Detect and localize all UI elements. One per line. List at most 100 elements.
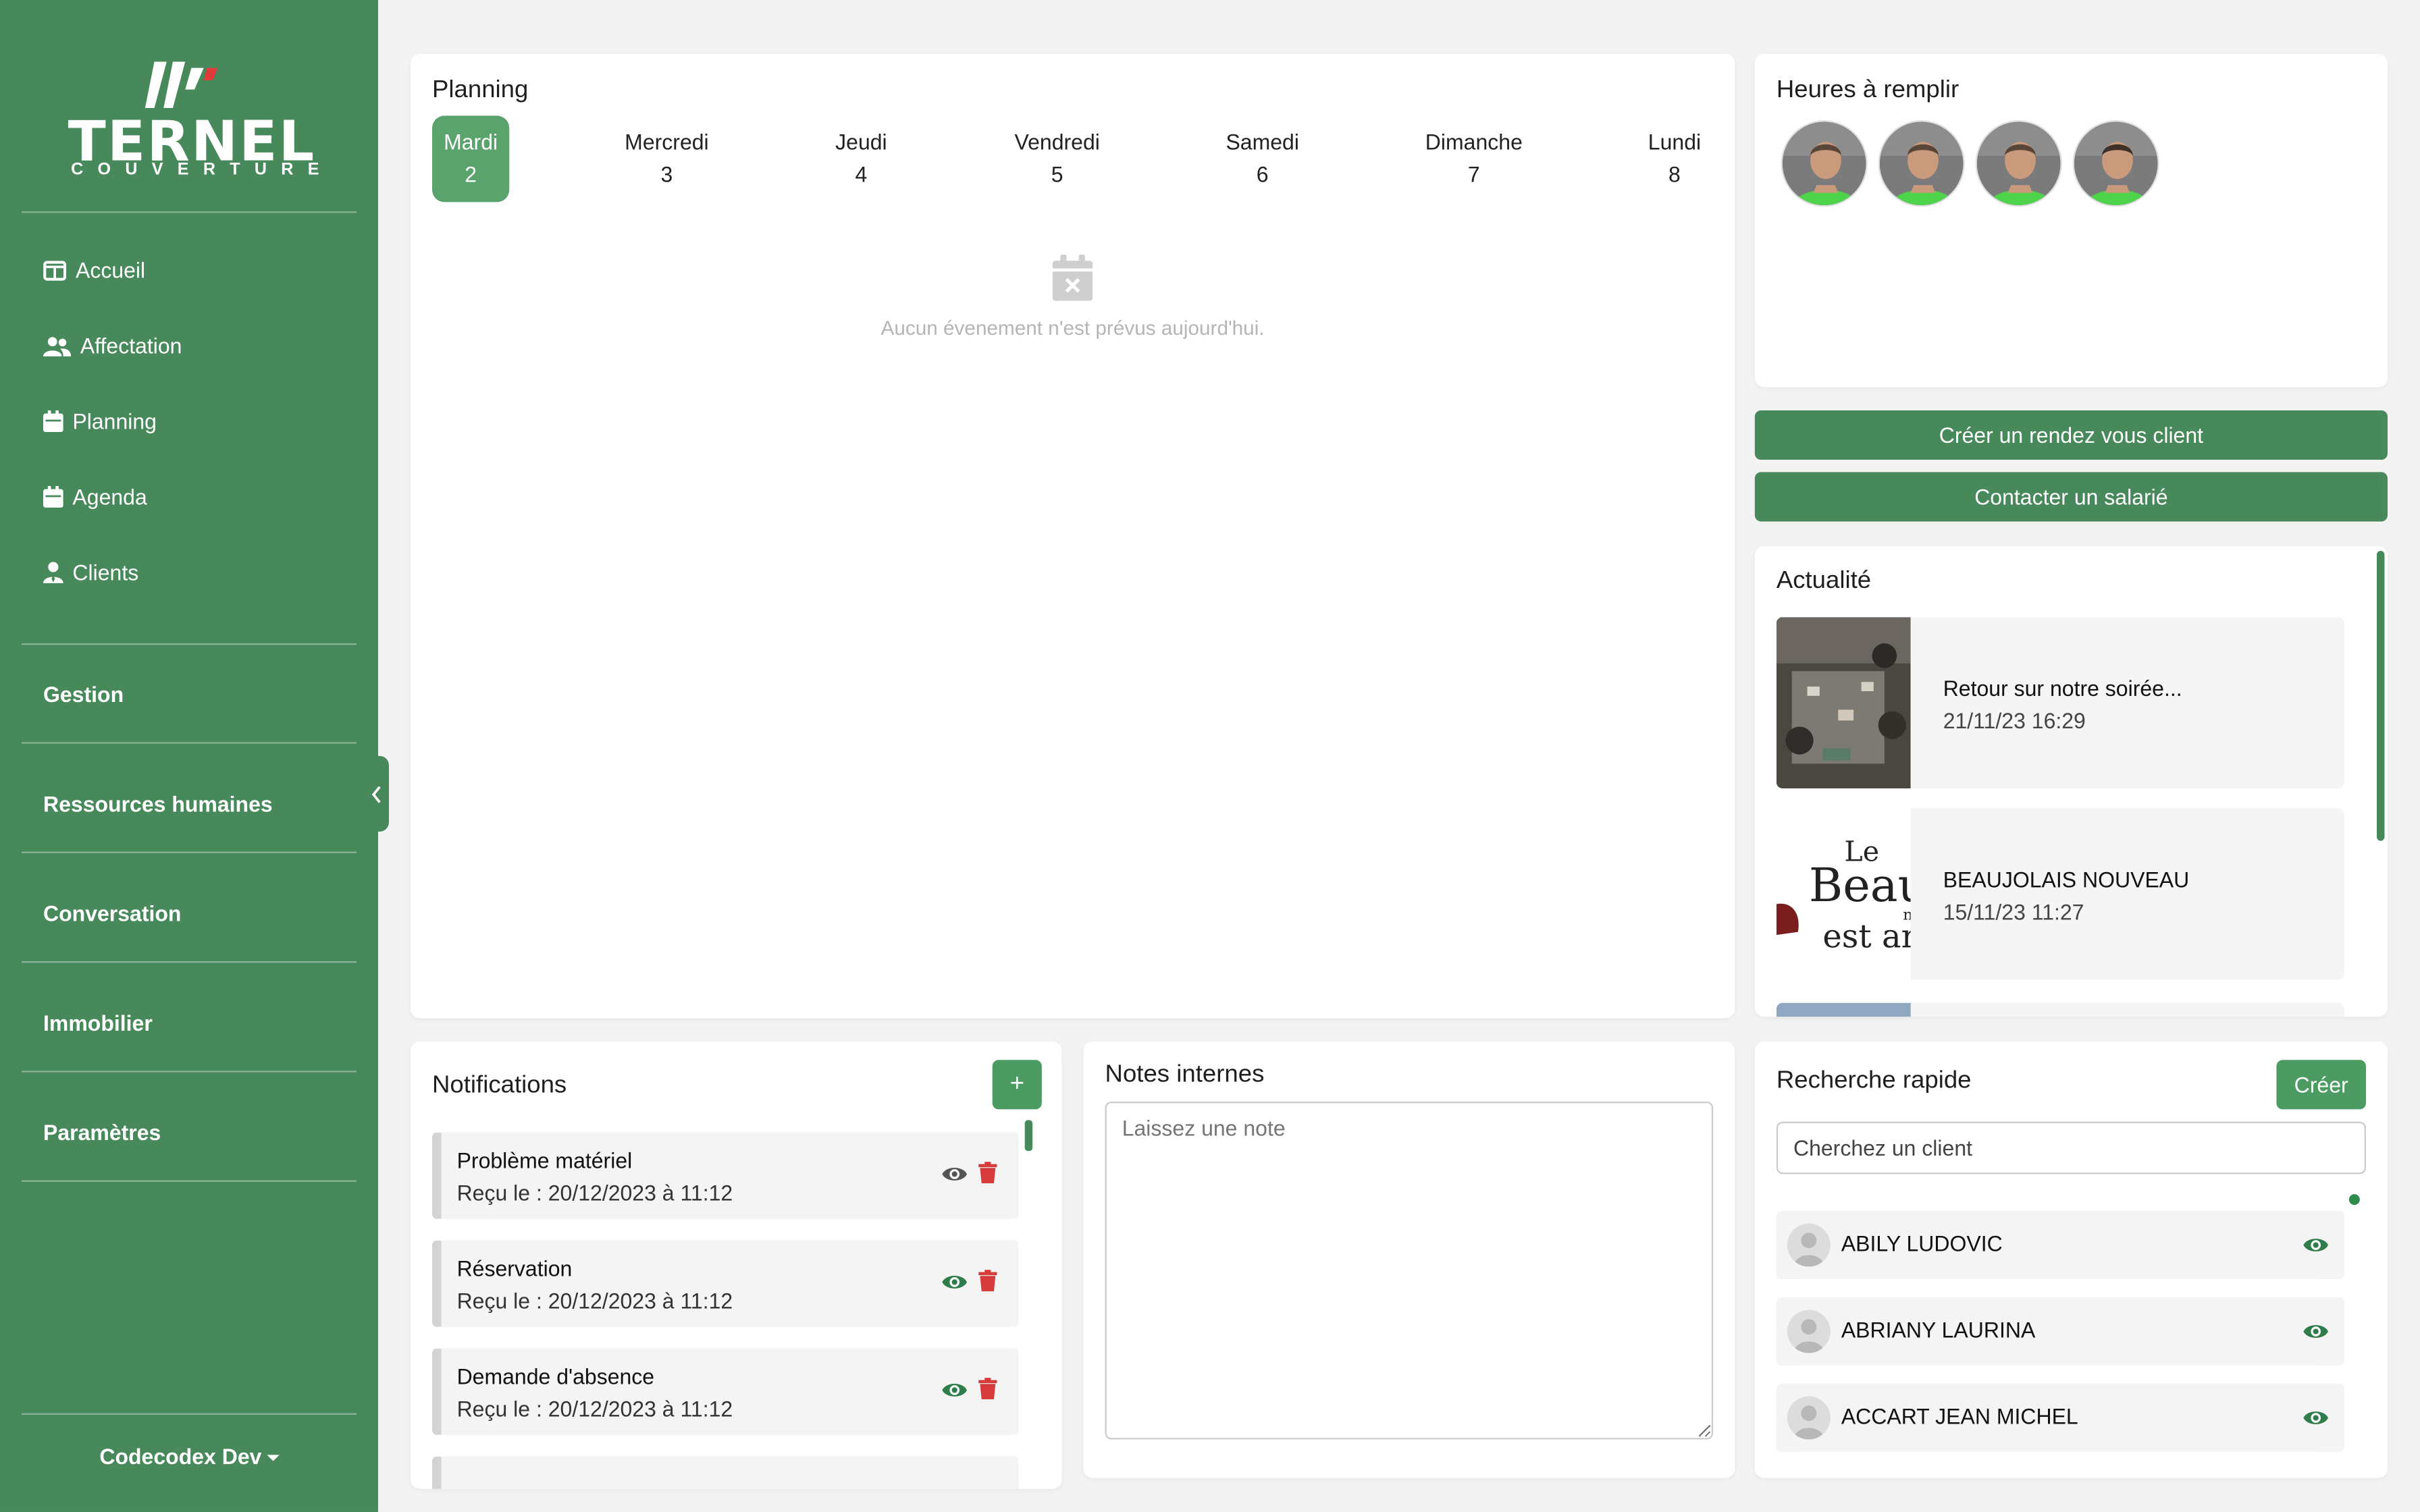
client-row[interactable]: ACCART JEAN MICHEL (1776, 1384, 2344, 1452)
section-gestion[interactable]: Gestion (43, 682, 124, 707)
notification-item[interactable]: Demande d'absence Reçu le : 20/12/2023 à… (431, 1348, 1019, 1435)
caret-down-icon (266, 1455, 279, 1462)
nav-accueil[interactable]: Accueil (43, 258, 145, 282)
day-date: 7 (1467, 161, 1480, 187)
notification-item[interactable] (431, 1456, 1019, 1489)
client-row[interactable]: ABILY LUDOVIC (1776, 1211, 2344, 1279)
client-name: ABILY LUDOVIC (1841, 1231, 2003, 1256)
trash-icon[interactable] (978, 1162, 997, 1191)
contact-employee-button[interactable]: Contacter un salarié (1754, 472, 2388, 522)
day-name: Dimanche (1425, 129, 1523, 155)
nav-label: Planning (72, 408, 157, 434)
users-icon (43, 336, 72, 356)
trash-icon[interactable] (978, 1378, 997, 1407)
employee-avatar[interactable] (1781, 120, 1868, 207)
nav-clients[interactable]: Clients (43, 560, 138, 585)
actualite-scrollbar[interactable] (2376, 550, 2385, 841)
divider (21, 643, 357, 645)
notes-card: Notes internes (1083, 1041, 1735, 1478)
sidebar: TERNEL COUVERTURE Accueil Affectation Pl… (0, 0, 378, 1512)
news-date: 15/11/23 11:27 (1943, 899, 2084, 925)
divider (21, 211, 357, 213)
section-conversation[interactable]: Conversation (43, 901, 181, 926)
client-search-input[interactable] (1776, 1121, 2366, 1174)
day-date: 8 (1668, 161, 1681, 187)
create-client-button[interactable]: Créer (2276, 1060, 2366, 1110)
news-item[interactable]: Retour sur notre soirée... 21/11/23 16:2… (1776, 617, 2344, 788)
notification-item[interactable]: Réservation Reçu le : 20/12/2023 à 11:12 (431, 1240, 1019, 1327)
logo-subtitle: COUVERTURE (71, 160, 334, 180)
create-appointment-button[interactable]: Créer un rendez vous client (1754, 410, 2388, 460)
day-tab-jeudi[interactable]: Jeudi 4 (822, 115, 899, 202)
employee-avatar[interactable] (2072, 120, 2159, 207)
eye-icon[interactable] (941, 1163, 968, 1191)
employee-avatar[interactable] (1878, 120, 1965, 207)
sidebar-collapse-button[interactable] (364, 755, 389, 832)
quick-search-card: Recherche rapide Créer ABILY LUDOVIC ABR… (1754, 1041, 2388, 1478)
notification-date: Reçu le : 20/12/2023 à 11:12 (456, 1180, 733, 1206)
actualite-card: Actualité Retour sur notre soirée... 21/… (1754, 546, 2388, 1017)
news-thumbnail (1776, 617, 1911, 788)
day-date: 4 (855, 161, 868, 187)
user-tie-icon (43, 562, 63, 583)
divider (21, 961, 357, 963)
week-days: Mardi 2 Mercredi 3 Jeudi 4 Vendredi 5 Sa… (431, 115, 1725, 202)
eye-icon[interactable] (2303, 1321, 2329, 1349)
divider (21, 851, 357, 853)
actualite-title: Actualité (1776, 568, 1872, 594)
notes-title: Notes internes (1105, 1061, 1265, 1088)
eye-icon[interactable] (2303, 1235, 2329, 1262)
nav-planning[interactable]: Planning (43, 408, 157, 434)
day-tab-lundi[interactable]: Lundi 8 (1636, 115, 1713, 202)
note-textarea[interactable] (1105, 1101, 1714, 1440)
trash-icon[interactable] (978, 1270, 997, 1299)
user-menu[interactable]: Codecodex Dev (0, 1444, 378, 1469)
section-ressources-humaines[interactable]: Ressources humaines (43, 792, 273, 817)
section-immobilier[interactable]: Immobilier (43, 1010, 153, 1035)
logo-stripes-icon (144, 61, 218, 108)
divider (21, 1071, 357, 1073)
client-row[interactable]: ABRIANY LAURINA (1776, 1297, 2344, 1366)
eye-icon[interactable] (941, 1271, 968, 1299)
day-tab-mardi[interactable]: Mardi 2 (431, 115, 510, 202)
section-parametres[interactable]: Paramètres (43, 1120, 161, 1145)
notification-date: Reçu le : 20/12/2023 à 11:12 (456, 1396, 733, 1422)
employee-avatar[interactable] (1975, 120, 2062, 207)
day-date: 6 (1256, 161, 1269, 187)
day-date: 2 (465, 161, 477, 187)
chevron-left-icon (371, 785, 381, 803)
planning-card: Planning Mardi 2 Mercredi 3 Jeudi 4 Vend… (410, 53, 1735, 1019)
notification-title: Problème matériel (456, 1148, 633, 1173)
nav-label: Clients (72, 560, 139, 585)
client-name: ACCART JEAN MICHEL (1841, 1403, 2078, 1429)
quick-search-title: Recherche rapide (1776, 1067, 1972, 1094)
day-tab-samedi[interactable]: Samedi 6 (1224, 115, 1301, 202)
day-tab-vendredi[interactable]: Vendredi 5 (1015, 115, 1100, 202)
notifications-title: Notifications (431, 1072, 567, 1099)
status-dot (2348, 1194, 2360, 1206)
news-item[interactable] (1776, 1002, 2344, 1017)
notifications-scrollbar[interactable] (1024, 1120, 1033, 1152)
ternel-logo[interactable]: TERNEL COUVERTURE (68, 61, 319, 182)
eye-icon[interactable] (2303, 1407, 2329, 1435)
avatar (1787, 1310, 1831, 1353)
nav-affectation[interactable]: Affectation (43, 333, 182, 358)
nav-label: Agenda (72, 484, 147, 510)
add-notification-button[interactable]: + (992, 1060, 1042, 1110)
calendar-icon (43, 485, 63, 508)
news-title: BEAUJOLAIS NOUVEAU (1943, 867, 2190, 892)
empty-planning-message: Aucun évenement n'est prévus aujourd'hui… (880, 316, 1265, 340)
heures-card: Heures à remplir (1754, 53, 2388, 387)
eye-icon[interactable] (941, 1379, 968, 1407)
news-item[interactable]: Le Beaujo n est arr BEAUJOLAIS NOUVEAU 1… (1776, 808, 2344, 980)
calendar-icon (43, 410, 63, 432)
nav-agenda[interactable]: Agenda (43, 484, 147, 510)
notification-item[interactable]: Problème matériel Reçu le : 20/12/2023 à… (431, 1132, 1019, 1219)
user-name: Codecodex Dev (99, 1444, 262, 1469)
nav-label: Affectation (80, 333, 182, 358)
client-name: ABRIANY LAURINA (1841, 1317, 2036, 1343)
day-tab-dimanche[interactable]: Dimanche 7 (1425, 115, 1523, 202)
calendar-x-icon (1052, 254, 1093, 308)
day-date: 5 (1051, 161, 1063, 187)
day-tab-mercredi[interactable]: Mercredi 3 (625, 115, 708, 202)
